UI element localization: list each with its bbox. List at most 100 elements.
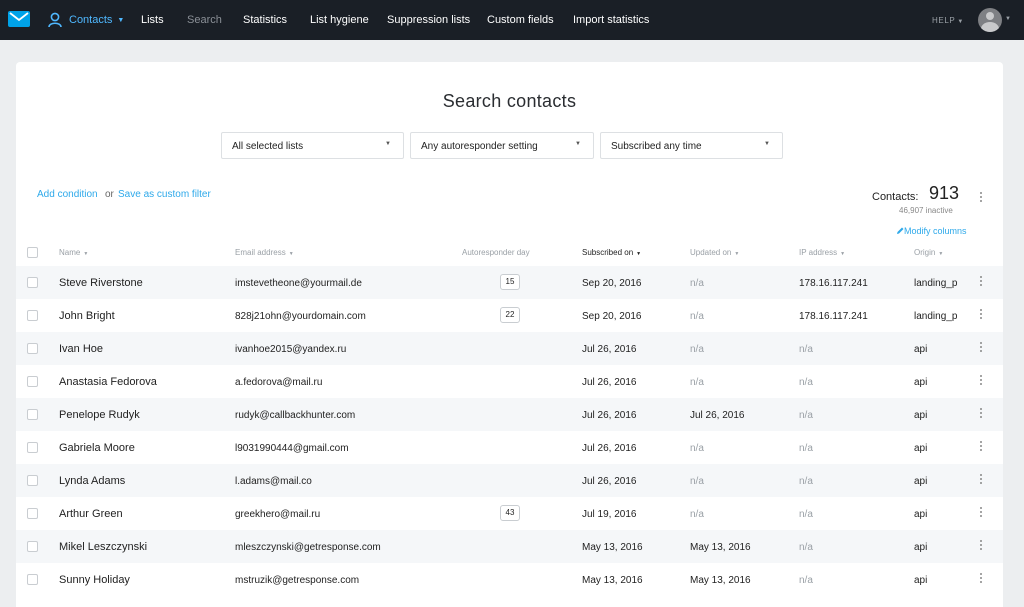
column-header-name-label: Name: [59, 248, 81, 257]
ip-address: n/a: [799, 476, 813, 487]
contact-name[interactable]: Mikel Leszczynski: [59, 541, 147, 553]
origin: api: [914, 542, 928, 553]
contact-email: l.adams@mail.co: [235, 476, 312, 487]
table-row[interactable]: Ivan Hoe ivanhoe2015@yandex.ru Jul 26, 201…: [16, 332, 1003, 365]
sort-icon: ▼: [734, 251, 740, 257]
contact-name[interactable]: Steve Riverstone: [59, 277, 143, 289]
row-checkbox[interactable]: [27, 409, 38, 420]
table-row[interactable]: Sunny Holiday mstruzik@getresponse.com May…: [16, 563, 1003, 596]
autoresponder-day-badge: 22: [500, 307, 520, 323]
origin: landing_p: [914, 311, 958, 322]
help-label: HELP: [932, 16, 956, 25]
contact-email: 828j21ohn@yourdomain.com: [235, 311, 366, 322]
row-checkbox[interactable]: [27, 376, 38, 387]
row-checkbox[interactable]: [27, 442, 38, 453]
origin: api: [914, 443, 928, 454]
table-row[interactable]: Gabriela Moore l9031990444@gmail.com Jul 2…: [16, 431, 1003, 464]
nav-item-suppression-lists[interactable]: Suppression lists: [387, 14, 470, 26]
inactive-count: 46,907 inactive: [899, 206, 953, 215]
origin: api: [914, 410, 928, 421]
avatar[interactable]: [978, 8, 1002, 32]
column-header-subscribed-on[interactable]: Subscribed on ▼: [582, 248, 641, 257]
contact-email: rudyk@callbackhunter.com: [235, 410, 356, 421]
column-header-email[interactable]: Email address ▼: [235, 248, 294, 257]
lists-filter-value: All selected lists: [232, 141, 304, 152]
nav-item-statistics[interactable]: Statistics: [243, 14, 287, 26]
table-row[interactable]: Anastasia Fedorova a.fedorova@mail.ru Jul …: [16, 365, 1003, 398]
contact-name[interactable]: Anastasia Fedorova: [59, 376, 157, 388]
row-more-options-icon[interactable]: [979, 408, 983, 420]
nav-item-lists[interactable]: Lists: [141, 14, 164, 26]
row-checkbox[interactable]: [27, 475, 38, 486]
updated-date: n/a: [690, 476, 704, 487]
chevron-down-icon: ▼: [117, 16, 125, 24]
row-checkbox[interactable]: [27, 343, 38, 354]
contact-email: greekhero@mail.ru: [235, 509, 321, 520]
column-header-ip-address[interactable]: IP address ▼: [799, 248, 845, 257]
save-custom-filter-link[interactable]: Save as custom filter: [118, 189, 211, 200]
row-checkbox[interactable]: [27, 310, 38, 321]
row-more-options-icon[interactable]: [979, 573, 983, 585]
table-row[interactable]: John Bright 828j21ohn@yourdomain.com 22 Sep…: [16, 299, 1003, 332]
row-checkbox[interactable]: [27, 541, 38, 552]
contact-name[interactable]: Penelope Rudyk: [59, 409, 140, 421]
modify-columns-link[interactable]: Modify columns: [896, 226, 967, 236]
column-header-updated-on[interactable]: Updated on ▼: [690, 248, 739, 257]
table-row[interactable]: Mikel Leszczynski mleszczynski@getrespons…: [16, 530, 1003, 563]
add-condition-link[interactable]: Add condition: [37, 189, 98, 200]
row-more-options-icon[interactable]: [979, 441, 983, 453]
ip-address: n/a: [799, 575, 813, 586]
row-checkbox[interactable]: [27, 508, 38, 519]
contact-name[interactable]: Ivan Hoe: [59, 343, 103, 355]
origin: landing_p: [914, 278, 958, 289]
table-row[interactable]: Arthur Green greekhero@mail.ru 43 Jul 19, 2…: [16, 497, 1003, 530]
contact-name[interactable]: Gabriela Moore: [59, 442, 135, 454]
table-row[interactable]: Steve Riverstone imstevetheone@yourmail.d…: [16, 266, 1003, 299]
updated-date: n/a: [690, 344, 704, 355]
nav-contacts[interactable]: Contacts ▼: [48, 10, 124, 30]
nav-item-search[interactable]: Search: [187, 14, 222, 26]
contact-name[interactable]: John Bright: [59, 310, 115, 322]
row-checkbox[interactable]: [27, 574, 38, 585]
sort-icon: ▼: [288, 251, 294, 257]
sort-icon: ▼: [636, 251, 642, 257]
row-more-options-icon[interactable]: [979, 342, 983, 354]
contact-name[interactable]: Arthur Green: [59, 508, 123, 520]
subscribed-date: Jul 26, 2016: [582, 377, 637, 388]
nav-item-import-statistics[interactable]: Import statistics: [573, 14, 649, 26]
autoresponder-filter-select[interactable]: Any autoresponder setting ▼: [410, 132, 594, 159]
sort-icon: ▼: [938, 251, 944, 257]
subscribed-date: Sep 20, 2016: [582, 311, 642, 322]
ip-address: n/a: [799, 377, 813, 388]
nav-item-list-hygiene[interactable]: List hygiene: [310, 14, 369, 26]
nav-item-custom-fields[interactable]: Custom fields: [487, 14, 554, 26]
column-header-origin[interactable]: Origin ▼: [914, 248, 943, 257]
row-more-options-icon[interactable]: [979, 375, 983, 387]
subscribed-date: May 13, 2016: [582, 575, 643, 586]
row-more-options-icon[interactable]: [979, 309, 983, 321]
ip-address: n/a: [799, 443, 813, 454]
chevron-down-icon: ▼: [1005, 16, 1011, 22]
table-row[interactable]: Lynda Adams l.adams@mail.co Jul 26, 2016 n/…: [16, 464, 1003, 497]
more-options-icon[interactable]: [979, 192, 983, 204]
row-more-options-icon[interactable]: [979, 474, 983, 486]
select-all-checkbox[interactable]: [27, 247, 38, 258]
row-more-options-icon[interactable]: [979, 507, 983, 519]
column-header-name[interactable]: Name ▼: [59, 248, 88, 257]
row-more-options-icon[interactable]: [979, 276, 983, 288]
contact-name[interactable]: Lynda Adams: [59, 475, 125, 487]
ip-address: 178.16.117.241: [799, 278, 868, 289]
subscribed-date: Jul 26, 2016: [582, 410, 637, 421]
updated-date: Jul 26, 2016: [690, 410, 745, 421]
help-menu[interactable]: HELP ▼: [932, 16, 964, 25]
subscribed-date: May 13, 2016: [582, 542, 643, 553]
pencil-icon: [897, 227, 904, 234]
contacts-count-label: Contacts:: [872, 191, 919, 203]
row-checkbox[interactable]: [27, 277, 38, 288]
row-more-options-icon[interactable]: [979, 540, 983, 552]
contact-name[interactable]: Sunny Holiday: [59, 574, 130, 586]
lists-filter-select[interactable]: All selected lists ▼: [221, 132, 404, 159]
table-row[interactable]: Penelope Rudyk rudyk@callbackhunter.com Ju…: [16, 398, 1003, 431]
subscribed-filter-select[interactable]: Subscribed any time ▼: [600, 132, 783, 159]
envelope-logo-icon[interactable]: [8, 11, 30, 27]
